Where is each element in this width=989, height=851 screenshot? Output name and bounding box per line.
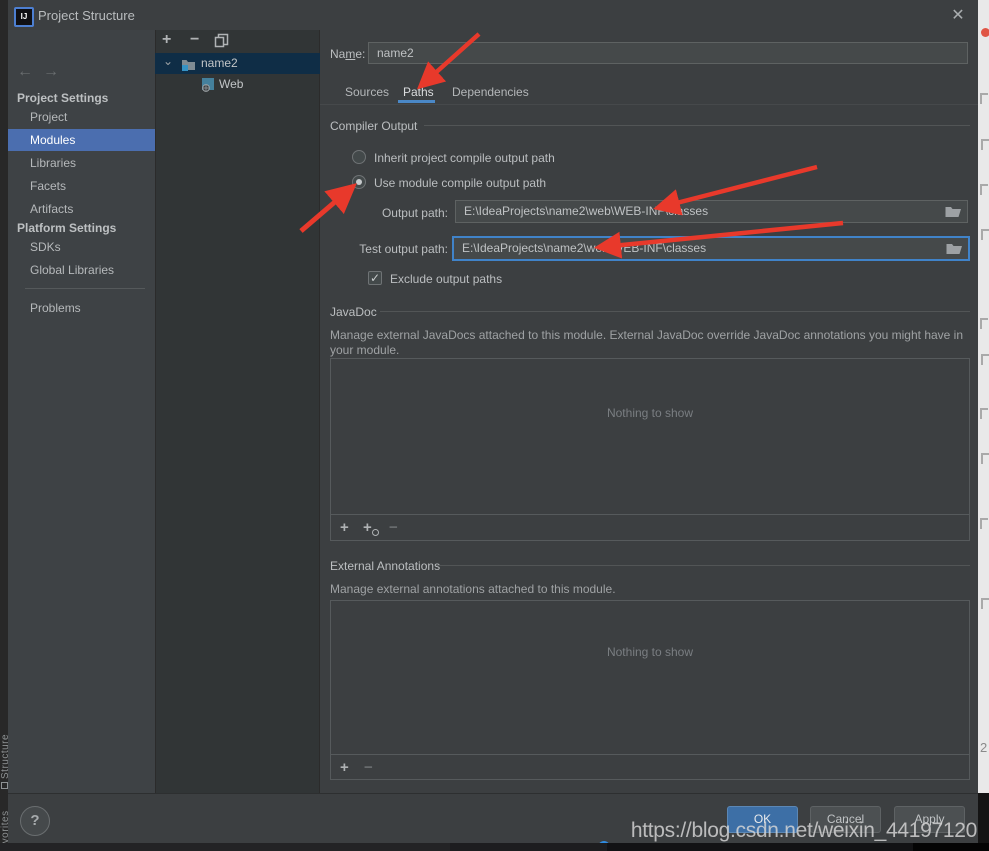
- sidebar-item-problems[interactable]: Problems: [8, 297, 155, 319]
- chevron-down-icon[interactable]: ⌄: [163, 54, 173, 68]
- sidebar-group-platform-settings: Platform Settings: [17, 221, 116, 235]
- sidebar-divider: [25, 288, 145, 289]
- javadoc-description-line2: your module.: [330, 343, 399, 357]
- radio-inherit-output-label[interactable]: Inherit project compile output path: [374, 151, 555, 165]
- tabs-separator: [320, 104, 978, 105]
- copy-module-icon[interactable]: [214, 33, 229, 48]
- taskbar-segment: [913, 843, 989, 851]
- tab-sources[interactable]: Sources: [345, 85, 389, 99]
- test-output-path-input[interactable]: E:\IdeaProjects\name2\web\WEB-INF\classe…: [452, 236, 970, 261]
- browse-folder-icon[interactable]: [946, 240, 963, 256]
- structure-toolwindow-icon: [1, 782, 8, 789]
- tree-row-name2[interactable]: ⌄ name2: [155, 53, 320, 74]
- test-output-path-label: Test output path:: [330, 242, 448, 256]
- sidebar-item-modules[interactable]: Modules: [8, 129, 155, 151]
- sidebar-item-libraries[interactable]: Libraries: [8, 152, 155, 174]
- web-facet-icon: [200, 77, 215, 92]
- red-dot-fragment: [981, 28, 989, 37]
- annotations-list-toolbar: + −: [331, 754, 969, 781]
- exclude-output-paths-checkbox[interactable]: ✓: [368, 271, 382, 285]
- browse-folder-icon[interactable]: [945, 203, 962, 219]
- tab-paths[interactable]: Paths: [403, 85, 434, 99]
- modules-tree-panel: [155, 30, 320, 793]
- module-folder-icon: [181, 57, 196, 71]
- section-line: [380, 311, 970, 312]
- add-annotation-icon[interactable]: +: [340, 760, 349, 776]
- taskbar-segment: [607, 843, 913, 851]
- add-javadoc-url-icon[interactable]: +: [363, 520, 372, 536]
- background-page-strip: 2: [978, 0, 989, 793]
- ide-left-edge: Structure Favorites: [0, 0, 8, 851]
- tree-root-label: name2: [201, 56, 238, 70]
- add-javadoc-icon[interactable]: +: [340, 520, 349, 536]
- back-arrow-icon[interactable]: ←: [17, 63, 33, 81]
- section-line: [436, 565, 970, 566]
- radio-module-output-label[interactable]: Use module compile output path: [374, 176, 546, 190]
- sidebar-item-sdks[interactable]: SDKs: [8, 236, 155, 258]
- output-path-label: Output path:: [330, 206, 448, 220]
- sidebar-group-project-settings: Project Settings: [17, 91, 108, 105]
- remove-module-icon[interactable]: −: [190, 32, 199, 48]
- compiler-output-section-title: Compiler Output: [330, 119, 417, 133]
- module-name-input[interactable]: name2: [368, 42, 968, 64]
- taskbar-segment: [0, 843, 450, 851]
- sidebar-item-artifacts[interactable]: Artifacts: [8, 198, 155, 220]
- radio-inherit-output[interactable]: [352, 150, 366, 164]
- tree-child-label: Web: [219, 77, 243, 91]
- tree-row-web[interactable]: Web: [155, 74, 320, 94]
- section-line: [424, 125, 970, 126]
- dialog-titlebar: IJ Project Structure ✕: [8, 0, 978, 31]
- test-output-path-value: E:\IdeaProjects\name2\web\WEB-INF\classe…: [462, 241, 706, 255]
- annotations-empty-text: Nothing to show: [607, 645, 693, 659]
- javadoc-section-title: JavaDoc: [330, 305, 377, 319]
- close-icon[interactable]: ✕: [948, 6, 968, 26]
- url-badge-icon: [372, 529, 379, 536]
- output-path-value: E:\IdeaProjects\name2\web\WEB-INF\classe…: [464, 204, 708, 218]
- javadoc-list[interactable]: Nothing to show + + −: [330, 358, 970, 541]
- annotations-list[interactable]: Nothing to show + −: [330, 600, 970, 780]
- sidebar-item-global-libraries[interactable]: Global Libraries: [8, 259, 155, 281]
- javadoc-empty-text: Nothing to show: [607, 406, 693, 420]
- project-structure-dialog: Structure Favorites 2 IJ Project Structu…: [0, 0, 989, 851]
- watermark-text: https://blog.csdn.net/weixin_44197120: [631, 819, 977, 843]
- radio-module-output[interactable]: [352, 175, 366, 189]
- annotations-description: Manage external annotations attached to …: [330, 582, 616, 596]
- tab-dependencies[interactable]: Dependencies: [452, 85, 529, 99]
- add-module-icon[interactable]: +: [162, 32, 171, 48]
- remove-javadoc-icon: −: [389, 520, 398, 536]
- settings-sidebar: ← → Project Settings Project Modules Lib…: [8, 30, 155, 793]
- intellij-logo-icon: IJ: [14, 7, 34, 27]
- exclude-output-paths-label[interactable]: Exclude output paths: [390, 272, 502, 286]
- javadoc-list-toolbar: + + −: [331, 514, 969, 541]
- output-path-input[interactable]: E:\IdeaProjects\name2\web\WEB-INF\classe…: [455, 200, 968, 223]
- sidebar-item-facets[interactable]: Facets: [8, 175, 155, 197]
- dialog-title: Project Structure: [38, 8, 135, 23]
- external-annotations-section-title: External Annotations: [330, 559, 440, 573]
- help-button[interactable]: ?: [20, 806, 50, 836]
- remove-annotation-icon: −: [364, 760, 373, 776]
- javadoc-description-line1: Manage external JavaDocs attached to thi…: [330, 328, 963, 342]
- forward-arrow-icon[interactable]: →: [43, 63, 59, 81]
- sidebar-item-project[interactable]: Project: [8, 106, 155, 128]
- name-label: Name:: [330, 47, 365, 61]
- active-tab-underline: [398, 100, 435, 103]
- clipped-text-fragment: 2: [980, 740, 987, 755]
